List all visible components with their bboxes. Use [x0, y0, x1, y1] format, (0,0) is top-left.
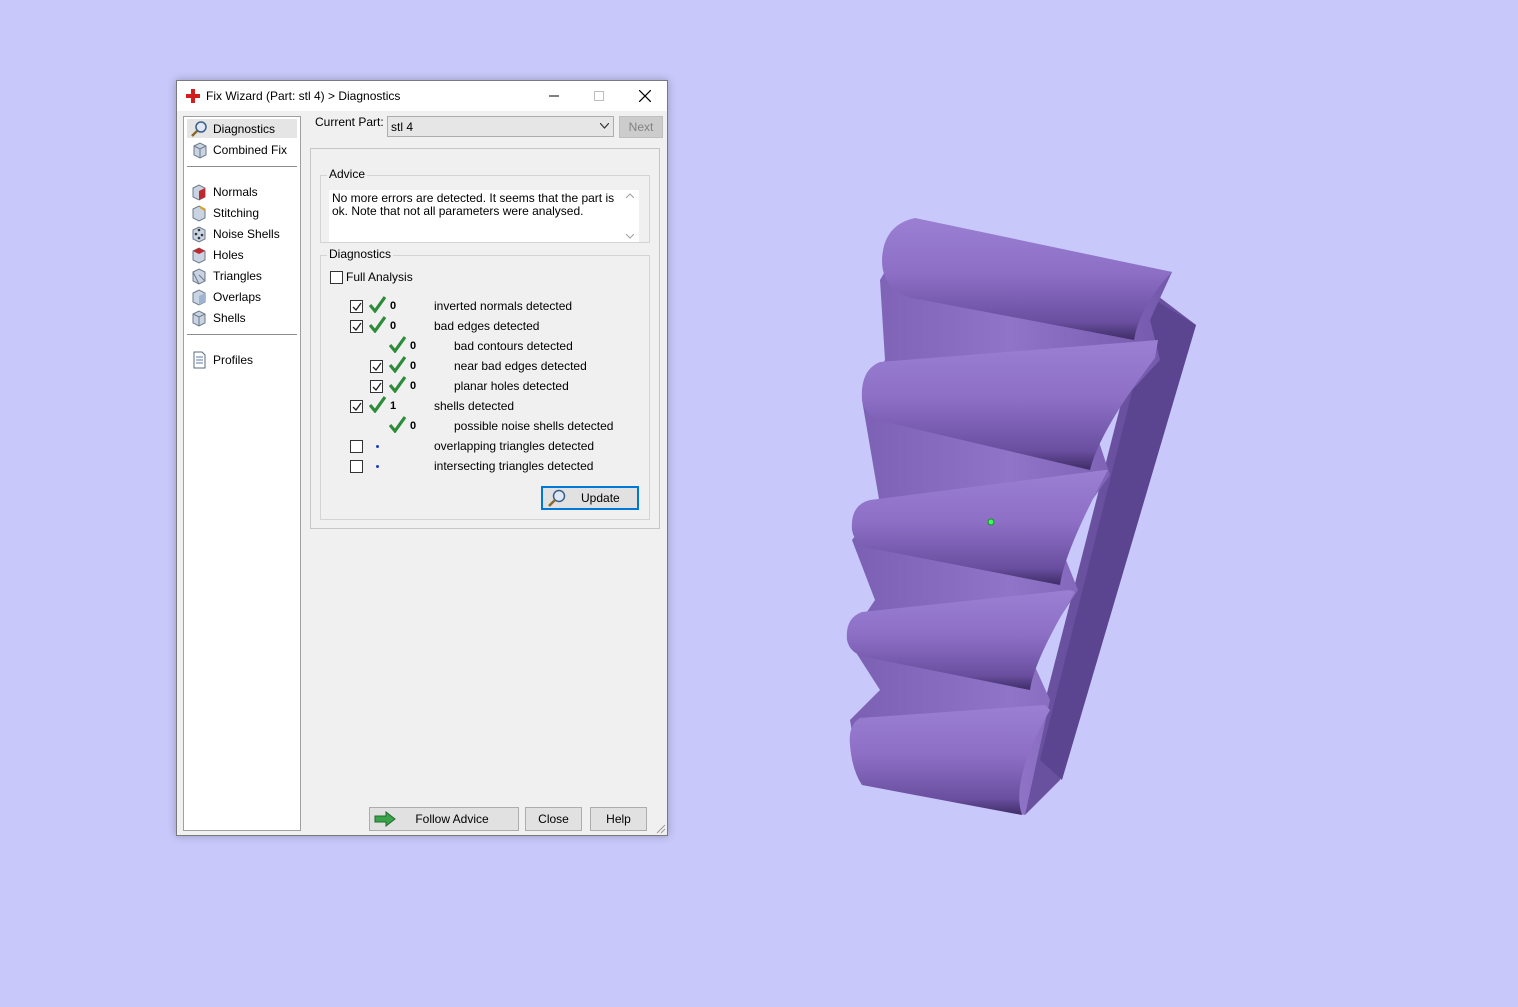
advice-group: Advice No more errors are detected. It s… — [320, 167, 650, 243]
diagnostics-panel: Advice No more errors are detected. It s… — [310, 148, 660, 529]
cube-stack-icon — [190, 141, 208, 159]
planar-holes-checkbox[interactable] — [370, 380, 383, 393]
not-analysed-dot — [376, 445, 379, 448]
bad-edges-checkbox[interactable] — [350, 320, 363, 333]
resize-grip-icon[interactable] — [656, 824, 666, 834]
near-bad-edges-count: 0 — [410, 360, 417, 372]
follow-advice-button[interactable]: Follow Advice — [369, 807, 519, 831]
overlapping-triangles-checkbox[interactable] — [350, 440, 363, 453]
sidebar-item-shells[interactable]: Shells — [187, 308, 297, 327]
inverted-normals-checkbox[interactable] — [350, 300, 363, 313]
advice-text-box: No more errors are detected. It seems th… — [329, 190, 639, 242]
near-bad-edges-checkbox[interactable] — [370, 360, 383, 373]
green-check-icon — [389, 376, 406, 393]
fix-category-sidebar: Diagnostics Combined Fix Normals Stitchi… — [183, 116, 301, 831]
intersecting-triangles-label: intersecting triangles detected — [434, 459, 594, 473]
advice-scrollbar[interactable] — [622, 190, 639, 242]
full-analysis-checkbox[interactable] — [330, 271, 343, 284]
bad-contours-count: 0 — [410, 340, 417, 352]
overlapping-triangles-label: overlapping triangles detected — [434, 439, 595, 453]
shells-checkbox[interactable] — [350, 400, 363, 413]
red-cross-icon — [185, 88, 201, 104]
next-button: Next — [619, 116, 663, 138]
window-title: Fix Wizard (Part: stl 4) > Diagnostics — [206, 89, 401, 103]
green-check-icon — [389, 336, 406, 353]
sidebar-divider — [187, 334, 297, 335]
shells-label: shells detected — [434, 399, 515, 413]
sidebar-item-stitching[interactable]: Stitching — [187, 203, 297, 222]
title-bar[interactable]: Fix Wizard (Part: stl 4) > Diagnostics — [177, 81, 667, 111]
maximize-icon — [593, 91, 604, 101]
cube-red-face-icon — [190, 183, 208, 201]
minimize-button[interactable] — [531, 81, 576, 111]
cube-dots-icon — [190, 225, 208, 243]
document-icon — [190, 351, 208, 369]
advice-title: Advice — [327, 167, 368, 181]
bad-contours-label: bad contours detected — [454, 339, 573, 353]
sidebar-item-noise-shells[interactable]: Noise Shells — [187, 224, 297, 243]
full-analysis-label: Full Analysis — [346, 270, 413, 284]
shells-count: 1 — [390, 400, 397, 412]
sidebar-item-normals[interactable]: Normals — [187, 182, 297, 201]
bad-edges-count: 0 — [390, 320, 397, 332]
sidebar-item-holes[interactable]: Holes — [187, 245, 297, 264]
intersecting-triangles-checkbox[interactable] — [350, 460, 363, 473]
maximize-button — [576, 81, 621, 111]
sidebar-item-profiles[interactable]: Profiles — [187, 350, 297, 369]
sidebar-item-combined-fix[interactable]: Combined Fix — [187, 140, 297, 159]
scroll-down-icon — [626, 234, 634, 239]
magnifier-icon — [547, 489, 567, 507]
noise-shells-count: 0 — [410, 420, 417, 432]
close-button[interactable]: Close — [525, 807, 582, 831]
sidebar-item-overlaps[interactable]: Overlaps — [187, 287, 297, 306]
cube-triangles-icon — [190, 267, 208, 285]
bad-edges-label: bad edges detected — [434, 319, 540, 333]
cube-hole-icon — [190, 246, 208, 264]
diagnostics-group: Diagnostics Full Analysis 0 inverted nor… — [320, 247, 650, 520]
advice-text: No more errors are detected. It seems th… — [332, 191, 615, 218]
help-button[interactable]: Help — [590, 807, 647, 831]
close-window-button[interactable] — [622, 81, 667, 111]
not-analysed-dot — [376, 465, 379, 468]
green-check-icon — [369, 296, 386, 313]
inverted-normals-count: 0 — [390, 300, 397, 312]
update-button[interactable]: Update — [541, 486, 639, 510]
cube-stitch-icon — [190, 204, 208, 222]
green-check-icon — [389, 356, 406, 373]
close-icon — [638, 90, 651, 102]
pivot-point-marker — [987, 518, 995, 526]
scroll-up-icon — [626, 193, 634, 198]
current-part-label: Current Part: — [315, 115, 384, 129]
cube-overlap-icon — [190, 288, 208, 306]
sidebar-divider — [187, 166, 297, 167]
magnifier-icon — [190, 120, 208, 138]
green-check-icon — [389, 416, 406, 433]
green-arrow-right-icon — [374, 811, 396, 827]
current-part-select[interactable]: stl 4 — [387, 116, 614, 137]
near-bad-edges-label: near bad edges detected — [454, 359, 587, 373]
cube-shell-icon — [190, 309, 208, 327]
sidebar-item-triangles[interactable]: Triangles — [187, 266, 297, 285]
noise-shells-label: possible noise shells detected — [454, 419, 614, 433]
planar-holes-label: planar holes detected — [454, 379, 569, 393]
planar-holes-count: 0 — [410, 380, 417, 392]
sidebar-item-diagnostics[interactable]: Diagnostics — [187, 119, 297, 138]
green-check-icon — [369, 396, 386, 413]
chevron-down-icon — [600, 123, 609, 129]
fix-wizard-dialog: Fix Wizard (Part: stl 4) > Diagnostics D… — [176, 80, 668, 836]
green-check-icon — [369, 316, 386, 333]
minimize-icon — [548, 95, 559, 97]
diagnostics-title: Diagnostics — [327, 247, 394, 261]
inverted-normals-label: inverted normals detected — [434, 299, 573, 313]
